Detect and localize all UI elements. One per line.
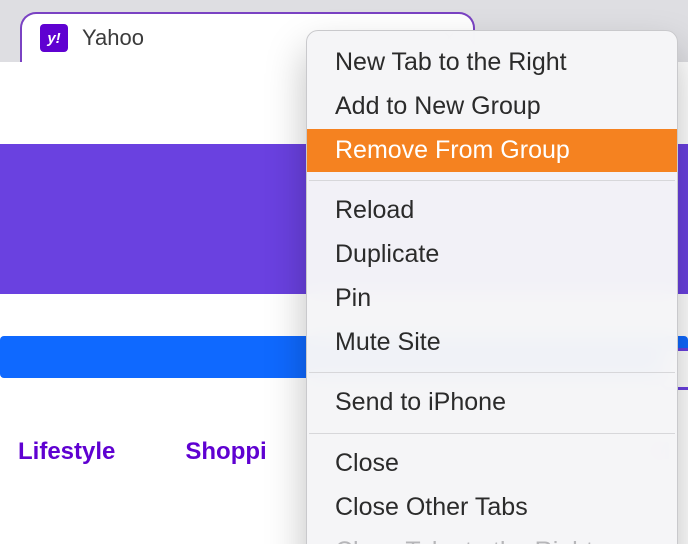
menu-close[interactable]: Close [307,442,677,486]
menu-add-to-new-group[interactable]: Add to New Group [307,85,677,129]
menu-pin[interactable]: Pin [307,277,677,321]
tab-title: Yahoo [82,25,144,51]
menu-remove-from-group[interactable]: Remove From Group [307,129,677,173]
category-shopping[interactable]: Shoppi [185,438,266,466]
yahoo-favicon: y! [40,24,68,52]
menu-send-to-iphone[interactable]: Send to iPhone [307,381,677,425]
menu-duplicate[interactable]: Duplicate [307,233,677,277]
menu-mute-site[interactable]: Mute Site [307,321,677,365]
menu-close-tabs-right: Close Tabs to the Right [307,530,677,544]
tab-context-menu: New Tab to the Right Add to New Group Re… [306,30,678,544]
menu-new-tab-right[interactable]: New Tab to the Right [307,41,677,85]
menu-separator [309,180,675,181]
category-lifestyle[interactable]: Lifestyle [18,438,115,466]
menu-reload[interactable]: Reload [307,189,677,233]
menu-separator [309,433,675,434]
menu-separator [309,372,675,373]
menu-close-other-tabs[interactable]: Close Other Tabs [307,486,677,530]
browser-window: y! Yahoo × Lifestyle Shoppi M New Tab to… [0,0,688,544]
